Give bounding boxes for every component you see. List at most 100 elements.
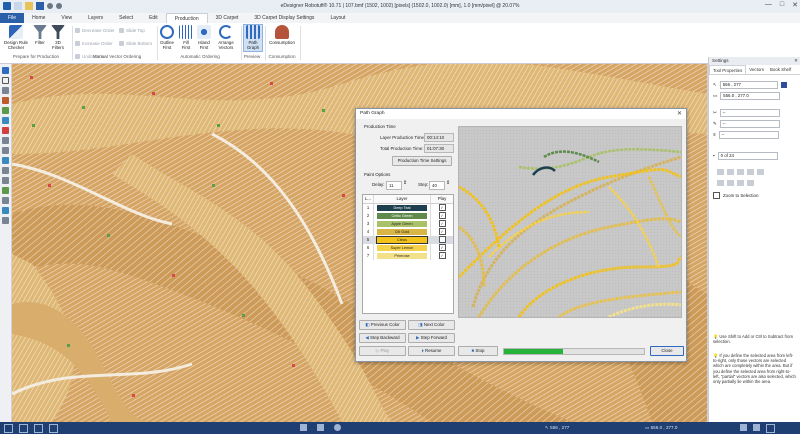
pick-button[interactable]: [780, 81, 787, 88]
step-forward-button[interactable]: ▶ Step Forward: [408, 333, 455, 343]
brush-icon[interactable]: [2, 117, 9, 124]
tab-layers[interactable]: Layers: [80, 13, 111, 23]
select-mode-3-icon[interactable]: [737, 169, 744, 175]
minimize-button[interactable]: —: [765, 1, 772, 9]
select-mode-9-icon[interactable]: [747, 180, 754, 186]
maximize-button[interactable]: □: [780, 1, 784, 9]
step-spinner-arrows-icon[interactable]: ⇕: [446, 180, 450, 186]
layer-play-checkbox[interactable]: ✓: [438, 228, 446, 236]
tab-book-shelf[interactable]: Book Shelf: [767, 65, 794, 74]
select-mode-8-icon[interactable]: [737, 180, 744, 186]
guides-icon[interactable]: [317, 424, 324, 431]
property-field-1[interactable]: --: [719, 108, 780, 117]
fullscreen-icon[interactable]: [766, 424, 775, 433]
tab-3d-carpet[interactable]: 3D Carpet: [208, 13, 247, 23]
hand-icon[interactable]: [2, 217, 9, 224]
step-spinner[interactable]: 40: [429, 181, 445, 190]
slide-top-button[interactable]: Slide Top: [119, 28, 145, 33]
fill-icon[interactable]: [2, 137, 9, 144]
lasso-icon[interactable]: [2, 87, 9, 94]
select-tool-icon[interactable]: [2, 67, 9, 74]
layer-play-checkbox[interactable]: ✓: [438, 204, 446, 212]
zoom-icon[interactable]: [2, 207, 9, 214]
island-first-button[interactable]: Island First: [196, 25, 212, 50]
select-mode-5-icon[interactable]: [757, 169, 764, 175]
fill-first-button[interactable]: Fill First: [179, 25, 193, 50]
play-button[interactable]: ▷ Play: [359, 346, 406, 356]
stop-button[interactable]: ■ Stop: [458, 346, 498, 356]
tab-3d-carpet-display-settings[interactable]: 3D Carpet Display Settings: [246, 13, 322, 23]
magic-wand-icon[interactable]: [2, 97, 9, 104]
layer-play-checkbox[interactable]: [438, 236, 446, 244]
tab-view[interactable]: View: [53, 13, 80, 23]
position-mm-field[interactable]: 556.0 , 277.0: [720, 91, 781, 100]
eraser-icon[interactable]: [2, 127, 9, 134]
close-window-button[interactable]: ✕: [792, 1, 798, 9]
layer-row[interactable]: 2 Celtic Green ✓: [363, 212, 453, 220]
tab-tool-properties[interactable]: Tool Properties: [709, 65, 747, 74]
zoom-in-icon[interactable]: [334, 424, 341, 431]
scale-icon[interactable]: [2, 197, 9, 204]
consumption-button[interactable]: Consumption: [267, 25, 297, 45]
close-button[interactable]: Close: [650, 346, 684, 356]
fit-icon[interactable]: [49, 424, 58, 433]
increase-order-button[interactable]: Increase Order: [75, 41, 113, 46]
grid-icon[interactable]: [4, 424, 13, 433]
layer-play-checkbox[interactable]: ✓: [438, 252, 446, 260]
design-rule-checker-button[interactable]: Design Rule Checker: [3, 25, 29, 50]
next-color-button[interactable]: ◨ Next Color: [408, 320, 455, 330]
tab-vectors[interactable]: Vectors: [746, 65, 767, 74]
path-graph-button[interactable]: Path Graph: [243, 24, 263, 52]
3d-filters-button[interactable]: 3D Filters: [50, 25, 66, 50]
text-tool-icon[interactable]: [2, 167, 9, 174]
resume-button[interactable]: ⏵ Resume: [408, 346, 455, 356]
production-time-settings-button[interactable]: Production Time Settings: [392, 156, 452, 166]
layer-row[interactable]: 4 Citi Gold ✓: [363, 228, 453, 236]
arrange-vectors-button[interactable]: Arrange Vectors: [216, 25, 236, 50]
layer-row[interactable]: 5 Citrus: [363, 236, 453, 244]
slide-bottom-button[interactable]: Slide Bottom: [119, 41, 152, 46]
rotate-icon[interactable]: [2, 187, 9, 194]
delay-spinner[interactable]: 11: [386, 181, 402, 190]
layer-row[interactable]: 7 Primrose ✓: [363, 252, 453, 260]
pen-icon[interactable]: [2, 107, 9, 114]
layers-icon[interactable]: [34, 424, 43, 433]
select-mode-4-icon[interactable]: [747, 169, 754, 175]
line-tool-icon[interactable]: [2, 147, 9, 154]
layer-row[interactable]: 3 Apple Green ✓: [363, 220, 453, 228]
previous-color-button[interactable]: ◧ Previous Color: [359, 320, 406, 330]
tab-home[interactable]: Home: [24, 13, 53, 23]
rectangle-select-icon[interactable]: [2, 77, 9, 84]
snap-icon[interactable]: [19, 424, 28, 433]
ruler-toggle-icon[interactable]: [300, 424, 307, 431]
layer-row[interactable]: 1 Deep Teal ✓: [363, 204, 453, 212]
tab-select[interactable]: Select: [111, 13, 141, 23]
tab-file[interactable]: File: [0, 13, 25, 23]
position-pixels-field[interactable]: 556 , 277: [719, 80, 778, 89]
outline-first-button[interactable]: Outline First: [159, 25, 175, 50]
view-2d-icon[interactable]: [740, 424, 747, 431]
curve-tool-icon[interactable]: [2, 157, 9, 164]
tab-production[interactable]: Production: [165, 13, 208, 23]
step-backward-button[interactable]: ◀ Step Backward: [359, 333, 406, 343]
select-mode-2-icon[interactable]: [727, 169, 734, 175]
move-icon[interactable]: [2, 177, 9, 184]
property-field-2[interactable]: --: [719, 119, 780, 128]
layer-play-checkbox[interactable]: ✓: [438, 212, 446, 220]
view-3d-icon[interactable]: [753, 424, 760, 431]
select-mode-6-icon[interactable]: [717, 180, 724, 186]
delay-spinner-arrows-icon[interactable]: ⇕: [403, 180, 407, 186]
column-layer[interactable]: Layer: [374, 195, 431, 203]
select-mode-1-icon[interactable]: [717, 169, 724, 175]
tab-layout[interactable]: Layout: [322, 13, 353, 23]
column-layer-number[interactable]: L...: [363, 195, 374, 203]
close-panel-icon[interactable]: ✕: [794, 57, 798, 65]
layer-row[interactable]: 6 Super Lemon ✓: [363, 244, 453, 252]
layer-play-checkbox[interactable]: ✓: [438, 220, 446, 228]
select-mode-7-icon[interactable]: [727, 180, 734, 186]
tab-edit[interactable]: Edit: [141, 13, 166, 23]
decrease-order-button[interactable]: Decrease Order: [75, 28, 115, 33]
filter-button[interactable]: Filter: [32, 25, 48, 45]
dialog-close-icon[interactable]: ✕: [677, 109, 682, 119]
layer-play-checkbox[interactable]: ✓: [438, 244, 446, 252]
